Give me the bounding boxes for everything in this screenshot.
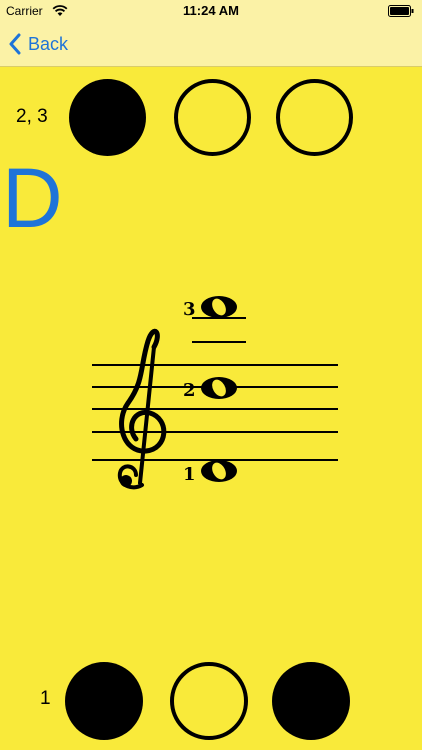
top-fingering-label: 2, 3 — [16, 106, 48, 127]
bottom-fingering-label: 1 — [40, 688, 51, 709]
ledger-lines — [192, 317, 246, 343]
bottom-valve-2[interactable] — [170, 662, 248, 740]
status-bar: Carrier 11:24 AM — [0, 0, 422, 22]
chevron-left-icon — [9, 33, 21, 55]
bottom-valve-3[interactable] — [272, 662, 350, 740]
back-button[interactable]: Back — [8, 31, 68, 57]
back-label: Back — [28, 33, 69, 54]
note-2: 2 — [183, 377, 237, 401]
battery-icon — [388, 5, 414, 17]
top-valve-2[interactable] — [174, 79, 251, 156]
bottom-valve-1[interactable] — [65, 662, 143, 740]
note-number-2: 2 — [183, 380, 196, 401]
note-number-3: 3 — [183, 299, 196, 320]
note-1: 1 — [183, 460, 237, 485]
navigation-bar: Back — [0, 22, 422, 67]
top-valve-1[interactable] — [69, 79, 146, 156]
note-3: 3 — [183, 296, 237, 320]
note-name: D — [2, 151, 63, 245]
top-valve-3[interactable] — [276, 79, 353, 156]
note-number-1: 1 — [183, 464, 196, 485]
staff-notation: 3 2 1 — [92, 296, 338, 490]
status-time: 11:24 AM — [183, 3, 239, 18]
